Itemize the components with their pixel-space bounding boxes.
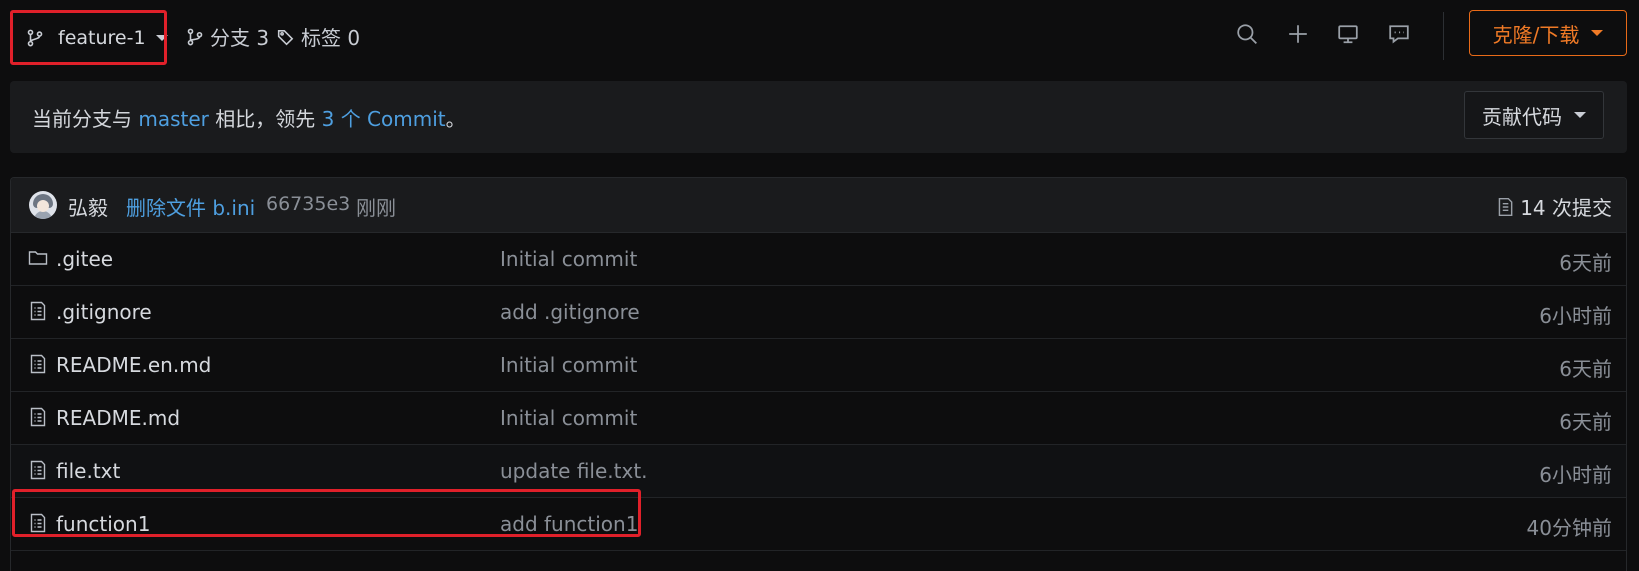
plus-icon[interactable] xyxy=(1284,20,1312,48)
file-name-link[interactable]: README.md xyxy=(56,406,180,430)
tags-count: 标签 0 xyxy=(301,26,361,50)
chevron-down-icon xyxy=(155,35,168,41)
clone-download-label: 克隆/下载 xyxy=(1492,22,1580,47)
chevron-down-icon xyxy=(1574,112,1586,118)
comment-icon[interactable] xyxy=(1385,20,1413,48)
table-row[interactable]: README.en.md Initial commit 6天前 xyxy=(11,339,1626,392)
file-icon xyxy=(28,301,48,321)
tag-icon xyxy=(277,29,294,45)
clone-download-button[interactable]: 克隆/下载 xyxy=(1469,10,1627,56)
file-name-link[interactable]: function1 xyxy=(56,512,150,536)
file-icon xyxy=(28,354,48,374)
avatar[interactable] xyxy=(29,191,57,219)
branch-icon xyxy=(187,28,203,45)
file-commit-time: 6小时前 xyxy=(1539,304,1612,328)
file-commit-message[interactable]: Initial commit xyxy=(500,247,637,271)
toolbar-divider xyxy=(1443,12,1444,60)
commit-count-link[interactable]: 14 次提交 xyxy=(1496,192,1612,221)
commit-count: 14 次提交 xyxy=(1520,196,1612,220)
base-branch-link[interactable]: master xyxy=(138,107,209,131)
contribute-code-label: 贡献代码 xyxy=(1482,104,1562,129)
contribute-code-button[interactable]: 贡献代码 xyxy=(1464,91,1604,139)
table-row[interactable]: README.md Initial commit 6天前 xyxy=(11,392,1626,445)
branch-name: feature-1 xyxy=(58,27,146,49)
search-icon[interactable] xyxy=(1233,20,1261,48)
branches-count: 分支 3 xyxy=(210,26,270,50)
table-row[interactable]: file.txt update file.txt. 6小时前 xyxy=(11,445,1626,498)
file-commit-time: 6天前 xyxy=(1559,357,1612,381)
file-list: 弘毅 删除文件 b.ini 66735e3 刚刚 14 次提交 .gitee In… xyxy=(10,177,1627,571)
ahead-commits-link[interactable]: 3 个 Commit xyxy=(322,107,446,131)
repo-toolbar: feature-1 分支 3 标签 0 克隆/下载 xyxy=(0,0,1639,74)
monitor-icon[interactable] xyxy=(1334,20,1362,48)
table-row[interactable]: function1 add function1 40分钟前 xyxy=(11,498,1626,551)
file-commit-time: 6小时前 xyxy=(1539,463,1612,487)
commit-message-link[interactable]: 删除文件 b.ini xyxy=(126,192,255,221)
file-icon xyxy=(28,513,48,533)
latest-commit-bar: 弘毅 删除文件 b.ini 66735e3 刚刚 14 次提交 xyxy=(11,178,1626,233)
file-name-link[interactable]: README.en.md xyxy=(56,353,211,377)
commit-time: 刚刚 xyxy=(356,196,396,220)
file-name-link[interactable]: .gitignore xyxy=(56,300,152,324)
compare-prefix: 当前分支与 xyxy=(32,107,139,131)
file-icon xyxy=(28,460,48,480)
table-row[interactable]: .gitignore add .gitignore 6小时前 xyxy=(11,286,1626,339)
folder-icon xyxy=(28,248,48,268)
commit-hash[interactable]: 66735e3 xyxy=(266,193,350,215)
branch-compare-banner: 当前分支与 master 相比，领先 3 个 Commit。 贡献代码 xyxy=(10,81,1627,153)
file-icon xyxy=(28,407,48,427)
file-commit-message[interactable]: add .gitignore xyxy=(500,300,640,324)
file-commit-message[interactable]: Initial commit xyxy=(500,406,637,430)
file-commit-message[interactable]: add function1 xyxy=(500,512,638,536)
file-commit-message[interactable]: Initial commit xyxy=(500,353,637,377)
compare-suffix: 。 xyxy=(445,107,466,131)
commit-author[interactable]: 弘毅 xyxy=(68,192,108,221)
file-commit-message[interactable]: update file.txt. xyxy=(500,459,648,483)
file-commit-time: 40分钟前 xyxy=(1526,516,1612,540)
table-row[interactable]: .gitee Initial commit 6天前 xyxy=(11,233,1626,286)
history-icon xyxy=(1498,197,1513,216)
compare-text: 当前分支与 master 相比，领先 3 个 Commit。 xyxy=(32,103,466,132)
tags-link[interactable]: 标签 0 xyxy=(277,22,360,51)
file-name-link[interactable]: file.txt xyxy=(56,459,120,483)
branch-selector[interactable]: feature-1 xyxy=(12,12,172,64)
file-name-link[interactable]: .gitee xyxy=(56,247,113,271)
chevron-down-icon xyxy=(1591,30,1604,36)
compare-middle: 相比，领先 xyxy=(208,107,322,131)
branches-link[interactable]: 分支 3 xyxy=(186,22,269,51)
file-commit-time: 6天前 xyxy=(1559,251,1612,275)
branch-icon xyxy=(27,29,43,47)
file-commit-time: 6天前 xyxy=(1559,410,1612,434)
